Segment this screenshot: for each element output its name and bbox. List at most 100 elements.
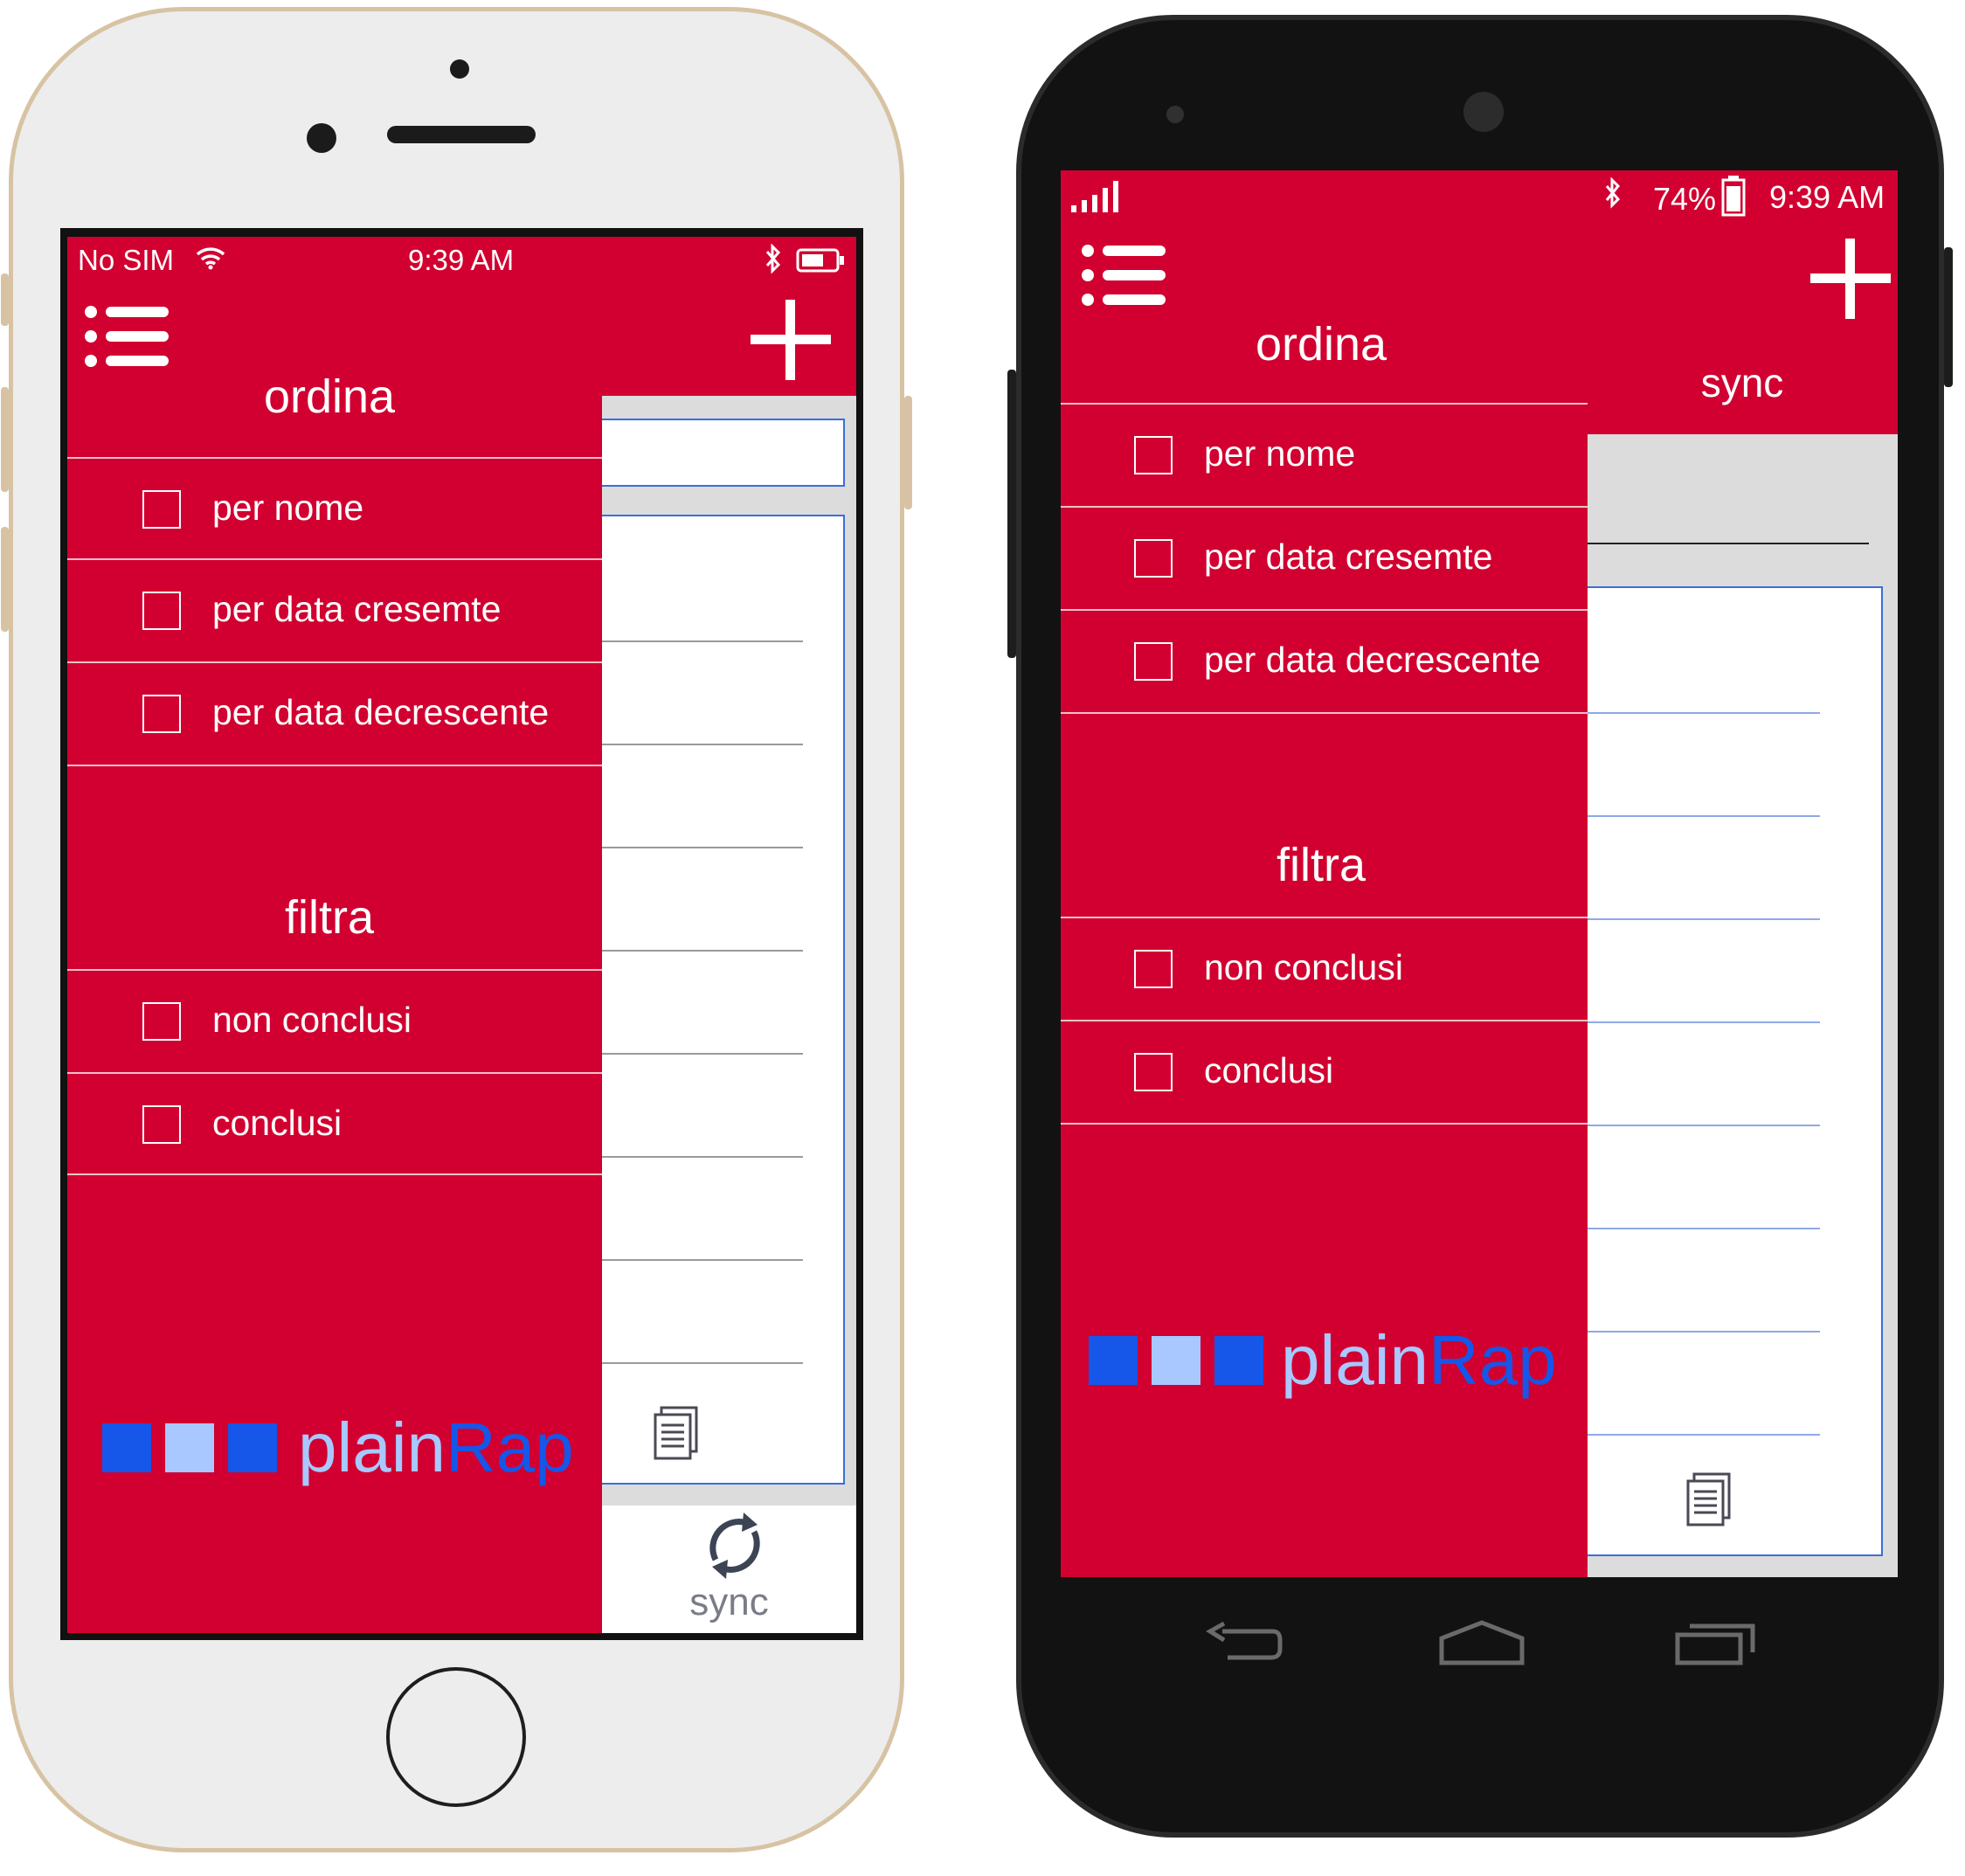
- list-divider: [602, 1156, 803, 1158]
- list-divider: [1588, 1021, 1820, 1023]
- power-button: [1944, 247, 1953, 387]
- logo-square: [1089, 1336, 1138, 1385]
- filter-section-title: filtra: [284, 891, 374, 944]
- list-divider: [1588, 918, 1820, 920]
- logo-wordmark: plainRap: [1281, 1321, 1557, 1399]
- filter-option-incomplete[interactable]: non conclusi: [1061, 917, 1588, 1018]
- list-divider: [602, 744, 803, 745]
- add-icon[interactable]: [1810, 239, 1891, 319]
- home-icon[interactable]: [1438, 1619, 1526, 1668]
- sort-option-name[interactable]: per nome: [67, 457, 602, 558]
- divider: [1061, 712, 1588, 714]
- signal-icon: [1071, 181, 1118, 212]
- android-device: 74% 9:39 AM sync ordina per nome per dat…: [1007, 15, 1953, 1838]
- status-time: 9:39 AM: [1769, 179, 1885, 215]
- filter-option-complete[interactable]: conclusi: [67, 1072, 602, 1173]
- add-icon[interactable]: [751, 300, 831, 380]
- menu-list-icon[interactable]: [1080, 244, 1167, 307]
- list-divider: [602, 847, 803, 848]
- checkbox[interactable]: [1134, 539, 1173, 578]
- checkbox[interactable]: [1134, 1053, 1173, 1091]
- filter-option-complete[interactable]: conclusi: [1061, 1020, 1588, 1121]
- option-label: conclusi: [212, 1103, 342, 1143]
- ios-screen: sync No SIM 9:39 AM ordina per nome per …: [67, 237, 856, 1633]
- logo-square: [165, 1423, 214, 1472]
- logo-square: [102, 1423, 151, 1472]
- list-divider: [1588, 1434, 1820, 1436]
- option-label: per nome: [212, 488, 364, 528]
- plainrap-logo: plainRap: [67, 1408, 602, 1495]
- android-screen: 74% 9:39 AM sync ordina per nome per dat…: [1061, 170, 1898, 1577]
- plainrap-logo: plainRap: [1061, 1320, 1588, 1408]
- battery-percent: 74%: [1653, 181, 1717, 217]
- recents-icon[interactable]: [1674, 1621, 1758, 1666]
- option-label: per data decrescente: [212, 692, 550, 732]
- option-label: non conclusi: [1204, 947, 1403, 987]
- option-label: per data cresemte: [1204, 536, 1493, 577]
- bluetooth-icon: [1605, 177, 1621, 209]
- status-time: 9:39 AM: [408, 244, 515, 276]
- carrier-label: No SIM: [78, 244, 175, 276]
- bluetooth-icon: [765, 244, 781, 273]
- sync-icon: [709, 1513, 760, 1579]
- record-list[interactable]: [1588, 586, 1883, 1556]
- sort-option-name[interactable]: per nome: [1061, 403, 1588, 504]
- sync-label: sync: [689, 1581, 769, 1623]
- volume-button: [1007, 370, 1016, 658]
- list-divider: [602, 1259, 803, 1261]
- checkbox[interactable]: [142, 1002, 181, 1041]
- option-label: per nome: [1204, 433, 1356, 474]
- list-divider: [1588, 1125, 1820, 1126]
- logo-square: [1214, 1336, 1263, 1385]
- home-button[interactable]: [386, 1667, 526, 1807]
- front-camera: [1166, 106, 1184, 123]
- divider: [67, 1173, 602, 1175]
- checkbox[interactable]: [142, 490, 181, 529]
- logo-square: [1152, 1336, 1200, 1385]
- front-camera: [307, 123, 336, 153]
- search-input[interactable]: [602, 419, 845, 487]
- option-label: non conclusi: [212, 1000, 412, 1040]
- filter-option-incomplete[interactable]: non conclusi: [67, 969, 602, 1070]
- document-icon[interactable]: [653, 1406, 702, 1462]
- sort-option-date-ascending[interactable]: per data cresemte: [1061, 506, 1588, 607]
- wifi-icon: [196, 247, 225, 270]
- checkbox[interactable]: [1134, 642, 1173, 681]
- checkbox[interactable]: [1134, 950, 1173, 988]
- earpiece-speaker: [1463, 92, 1504, 132]
- list-divider: [602, 640, 803, 642]
- sync-button[interactable]: sync: [602, 1506, 856, 1633]
- list-divider: [1588, 712, 1820, 714]
- sort-section-title: ordina: [1255, 318, 1387, 370]
- option-label: per data decrescente: [1204, 640, 1541, 680]
- sync-button[interactable]: sync: [1611, 359, 1873, 406]
- iphone-device: sync No SIM 9:39 AM ordina per nome per …: [1, 7, 912, 1852]
- proximity-sensor: [450, 59, 469, 79]
- power-button: [904, 396, 912, 509]
- battery-icon: [1721, 176, 1746, 217]
- list-divider: [602, 1053, 803, 1055]
- mute-switch: [1, 273, 9, 326]
- filter-section-title: filtra: [1276, 839, 1366, 891]
- menu-list-icon[interactable]: [83, 305, 170, 368]
- android-navbar: [1061, 1602, 1898, 1689]
- checkbox[interactable]: [1134, 436, 1173, 474]
- sort-section-title: ordina: [263, 370, 396, 423]
- sort-option-date-ascending[interactable]: per data cresemte: [67, 558, 602, 660]
- search-input-underline[interactable]: [1588, 543, 1869, 544]
- checkbox[interactable]: [142, 1105, 181, 1144]
- sort-option-date-descending[interactable]: per data decrescente: [1061, 609, 1588, 710]
- list-divider: [1588, 1331, 1820, 1333]
- logo-wordmark: plainRap: [298, 1409, 574, 1486]
- divider: [67, 765, 602, 766]
- list-divider: [602, 950, 803, 952]
- document-icon[interactable]: [1685, 1472, 1734, 1528]
- checkbox[interactable]: [142, 695, 181, 733]
- logo-square: [228, 1423, 277, 1472]
- header-bar: 74% 9:39 AM sync: [1061, 170, 1898, 434]
- record-list[interactable]: [602, 515, 845, 1485]
- sort-option-date-descending[interactable]: per data decrescente: [67, 661, 602, 763]
- option-label: per data cresemte: [212, 589, 502, 629]
- checkbox[interactable]: [142, 592, 181, 630]
- back-icon[interactable]: [1205, 1621, 1283, 1665]
